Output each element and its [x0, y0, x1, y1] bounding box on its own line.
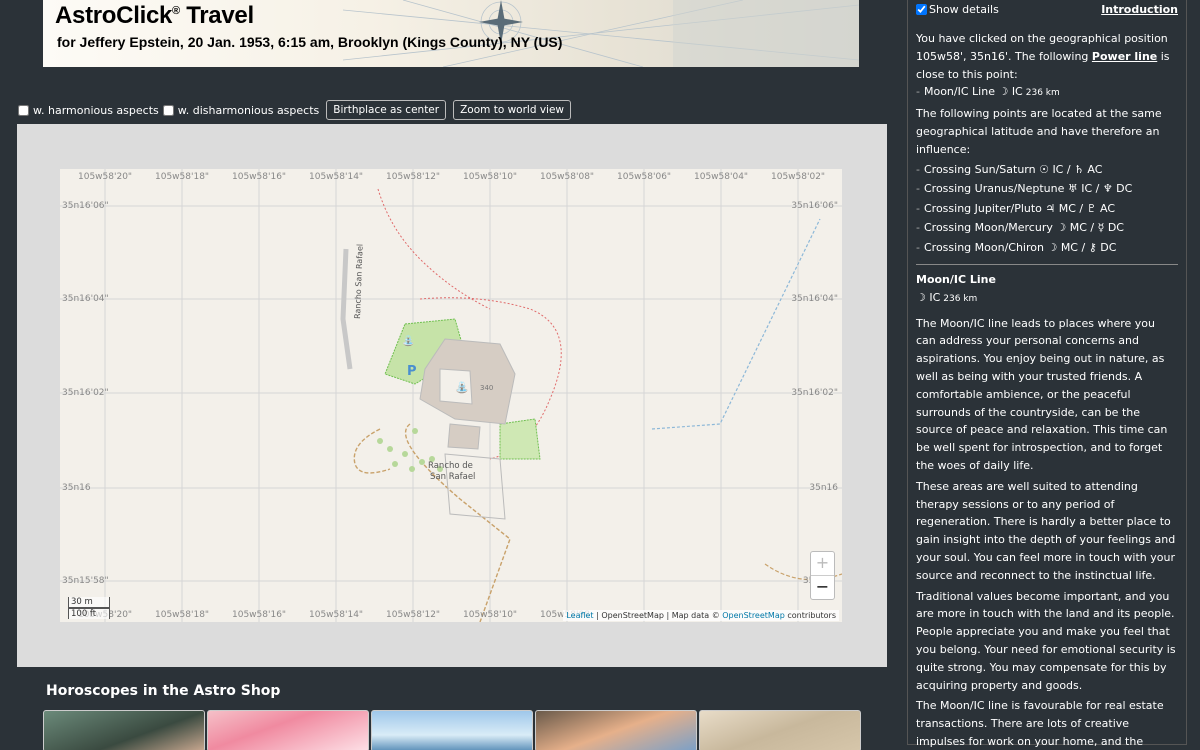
crossing-item[interactable]: - Crossing Sun/Saturn ☉ IC / ♄ AC — [916, 160, 1178, 180]
birthplace-center-button[interactable]: Birthplace as center — [326, 100, 447, 120]
tick-left-0: 35n16'06" — [62, 201, 109, 211]
house-number: 340 — [480, 384, 493, 392]
zoom-out-button[interactable]: − — [811, 576, 834, 600]
scale-feet: 100 ft — [68, 608, 110, 619]
tick-left-2: 35n16'02" — [62, 388, 109, 398]
tick-left-4: 35n15'58" — [62, 576, 109, 586]
map-controls: w. harmonious aspects w. disharmonious a… — [18, 100, 575, 120]
crossing-item[interactable]: - Crossing Uranus/Neptune ♅ IC / ♆ DC — [916, 179, 1178, 199]
crossing-item[interactable]: - Crossing Moon/Mercury ☽ MC / ☿ DC — [916, 218, 1178, 238]
tick-top-0: 105w58'20" — [78, 172, 133, 182]
shop-title: Horoscopes in the Astro Shop — [46, 683, 281, 699]
section-title: Moon/IC Line — [916, 273, 996, 287]
crossing-item[interactable]: - Crossing Moon/Chiron ☽ MC / ⚷ DC — [916, 238, 1178, 258]
tick-right-0: 35n16'06" — [791, 201, 838, 211]
disharmonious-checkbox[interactable] — [162, 104, 174, 116]
tick-bottom-2: 105w58'16" — [232, 610, 287, 620]
tick-right-2: 35n16'02" — [791, 388, 838, 398]
shop-thumbnail-4[interactable] — [535, 710, 697, 750]
tick-left-3: 35n16 — [62, 483, 91, 493]
description-paragraph: The Moon/IC line is favourable for real … — [916, 699, 1164, 748]
road-label: Rancho San Rafael — [353, 244, 365, 319]
description-paragraph: These areas are well suited to attending… — [916, 479, 1176, 582]
header-banner: AstroClick® Travel for Jeffery Epstein, … — [43, 0, 859, 67]
map-view[interactable]: P ⛲ ⛲ 340 Rancho San Rafael Rancho de Sa… — [60, 169, 842, 622]
leaflet-link[interactable]: Leaflet — [566, 611, 593, 620]
tick-bottom-4: 105w58'12" — [386, 610, 441, 620]
tick-bottom-3: 105w58'14" — [309, 610, 364, 620]
shop-thumbnails — [43, 710, 863, 750]
tick-top-3: 105w58'14" — [309, 172, 364, 182]
fountain-icon: ⛲ — [455, 381, 469, 394]
tick-top-4: 105w58'12" — [386, 172, 441, 182]
tick-top-2: 105w58'16" — [232, 172, 287, 182]
app-title: AstroClick® Travel — [55, 2, 254, 29]
zoom-world-button[interactable]: Zoom to world view — [453, 100, 572, 120]
zoom-in-button[interactable]: + — [811, 552, 834, 576]
map-attribution: Leaflet | OpenStreetMap | Map data © Ope… — [563, 610, 839, 621]
tick-top-6: 105w58'08" — [540, 172, 595, 182]
description-paragraph: The Moon/IC line leads to places where y… — [916, 316, 1168, 473]
shop-thumbnail-1[interactable] — [43, 710, 205, 750]
parking-icon: P — [407, 364, 417, 379]
shop-thumbnail-2[interactable] — [207, 710, 369, 750]
tick-top-5: 105w58'10" — [463, 172, 518, 182]
section-subtitle: ☽ IC 236 km — [916, 290, 978, 304]
disharmonious-toggle[interactable]: w. disharmonious aspects — [162, 104, 319, 117]
fountain-icon-2: ⛲ — [402, 334, 414, 347]
tick-right-3: 35n16 — [809, 483, 838, 493]
intro-paragraph: You have clicked on the geographical pos… — [916, 32, 1170, 81]
place-label-line2: San Rafael — [430, 472, 475, 482]
details-panel: Show details Introduction You have click… — [907, 0, 1187, 748]
description-paragraph: Traditional values become important, and… — [916, 589, 1176, 692]
crossing-item[interactable]: - Crossing Jupiter/Pluto ♃ MC / ♇ AC — [916, 199, 1178, 219]
scale-meters: 30 m — [68, 597, 110, 608]
power-line-link[interactable]: Power line — [1092, 50, 1157, 63]
close-line-item[interactable]: - Moon/IC Line ☽ IC 236 km — [916, 83, 1178, 103]
panel-topbar: Show details Introduction — [916, 0, 1178, 20]
tick-top-7: 105w58'06" — [617, 172, 672, 182]
crossings-list: - Crossing Sun/Saturn ☉ IC / ♄ AC - Crossi… — [916, 160, 1178, 258]
tick-bottom-1: 105w58'18" — [155, 610, 210, 620]
tick-bottom-5: 105w58'10" — [463, 610, 518, 620]
chart-subtitle: for Jeffery Epstein, 20 Jan. 1953, 6:15 … — [57, 34, 563, 50]
tick-top-8: 105w58'04" — [694, 172, 749, 182]
shop-thumbnail-3[interactable] — [371, 710, 533, 750]
tick-top-1: 105w58'18" — [155, 172, 210, 182]
zoom-control: + − — [810, 551, 835, 600]
introduction-link[interactable]: Introduction — [1101, 1, 1178, 19]
place-label-line1: Rancho de — [428, 461, 473, 471]
tick-right-1: 35n16'04" — [791, 294, 838, 304]
osm-link[interactable]: OpenStreetMap — [722, 611, 785, 620]
map-tiles: P ⛲ ⛲ 340 Rancho San Rafael Rancho de Sa… — [60, 169, 842, 622]
map-frame: P ⛲ ⛲ 340 Rancho San Rafael Rancho de Sa… — [17, 124, 887, 667]
map-scale: 30 m 100 ft — [68, 597, 110, 619]
latitude-paragraph: The following points are located at the … — [916, 107, 1162, 156]
shop-thumbnail-5[interactable] — [699, 710, 861, 750]
harmonious-toggle[interactable]: w. harmonious aspects — [18, 104, 159, 117]
tick-top-9: 105w58'02" — [771, 172, 826, 182]
panel-divider — [916, 264, 1178, 266]
show-details-checkbox[interactable] — [916, 4, 927, 16]
show-details-toggle[interactable]: Show details — [916, 1, 999, 19]
harmonious-checkbox[interactable] — [18, 104, 29, 116]
tick-left-1: 35n16'04" — [62, 294, 109, 304]
